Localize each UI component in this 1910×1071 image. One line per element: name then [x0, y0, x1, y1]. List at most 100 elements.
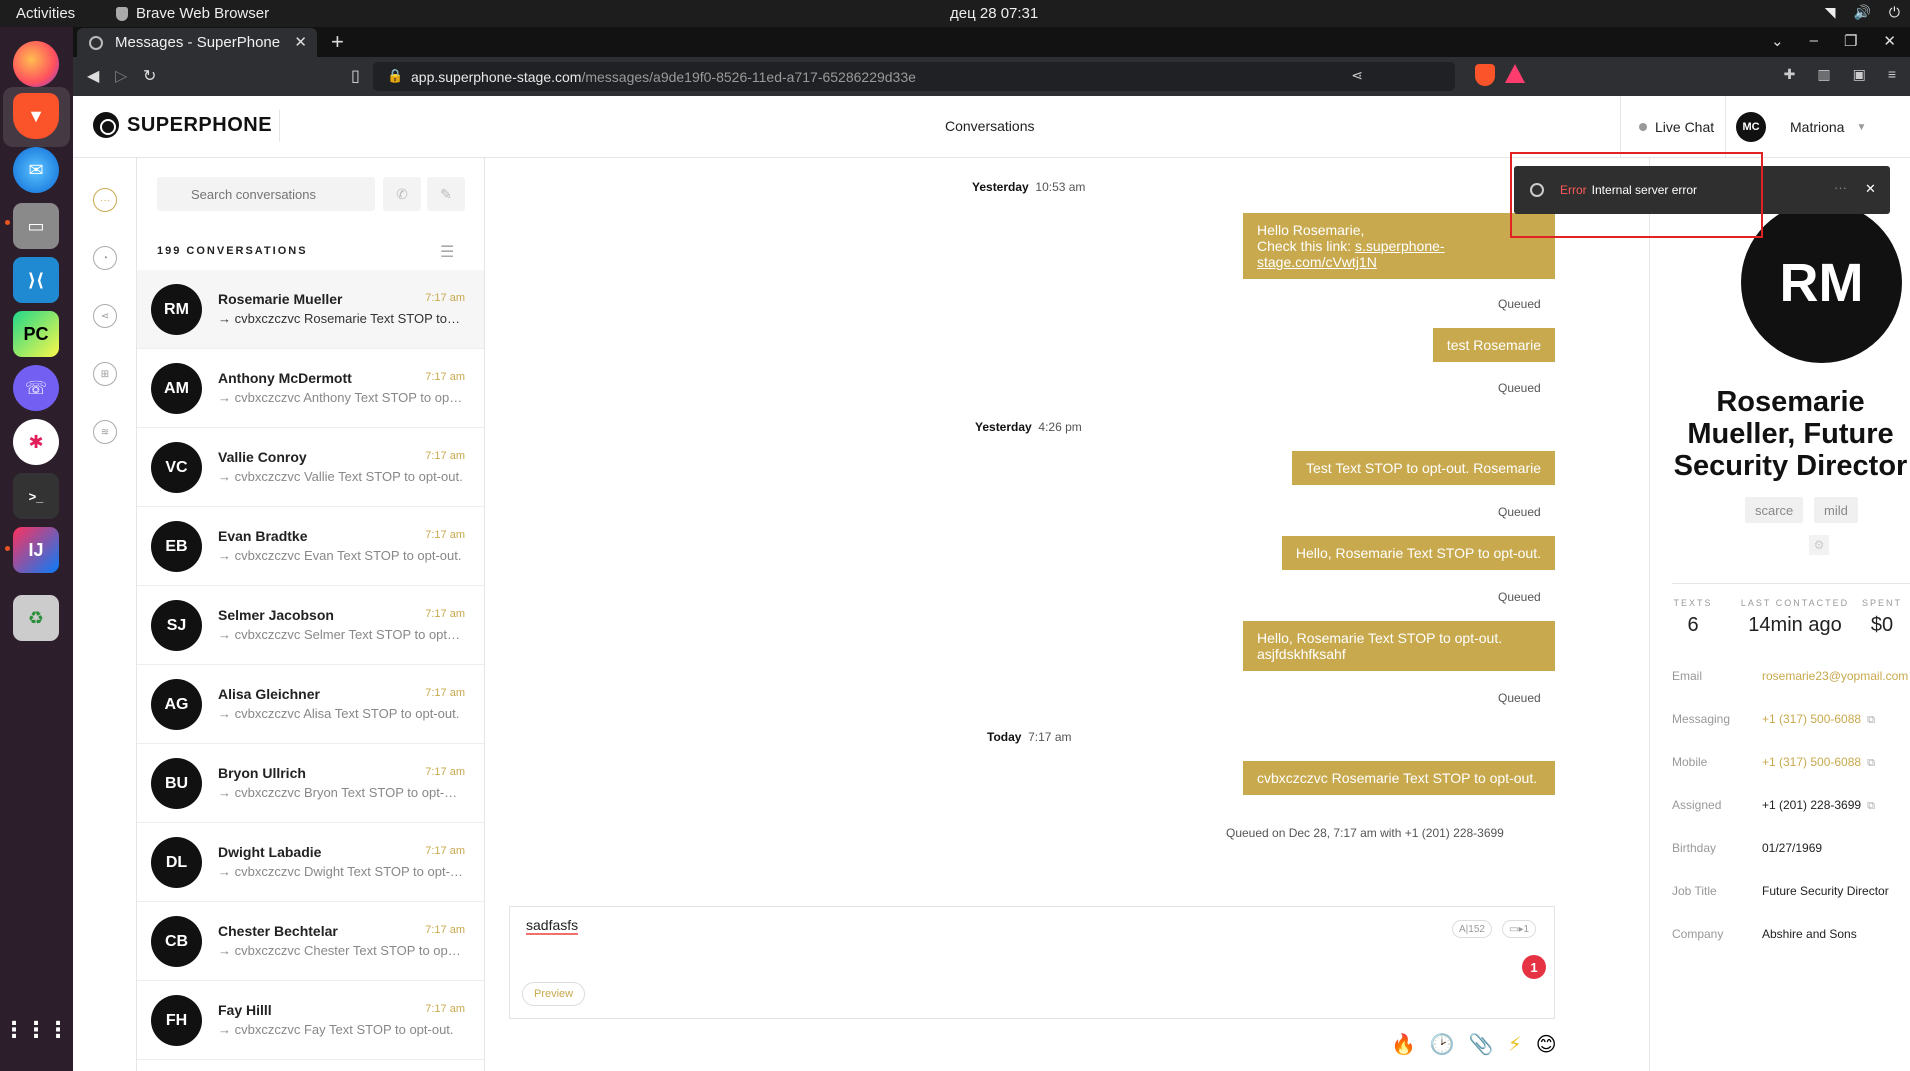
conversation-item[interactable]: CB Chester Bechtelar 7:17 am → cvbxczczvc C… — [137, 902, 484, 981]
pycharm-icon[interactable]: PC — [13, 311, 59, 357]
address-bar[interactable]: 🔒 app.superphone-stage.com/messages/a9de… — [373, 62, 1455, 91]
copy-icon[interactable]: ⧉ — [1867, 714, 1875, 726]
wallet-icon[interactable]: ▣ — [1853, 66, 1866, 83]
search-input[interactable] — [157, 177, 375, 211]
brave-icon[interactable]: ▼ — [13, 93, 59, 139]
intellij-icon[interactable]: IJ — [13, 527, 59, 573]
composer-input[interactable]: sadfasfs — [526, 917, 579, 935]
reload-icon[interactable]: ↻ — [143, 66, 156, 86]
schedule-icon[interactable]: 🕑 — [1430, 1032, 1455, 1057]
files-icon[interactable]: ▭ — [13, 203, 59, 249]
conversation-item[interactable]: DL Dwight Labadie 7:17 am → cvbxczczvc Dwig… — [137, 823, 484, 902]
bookmark-icon[interactable]: ▯ — [351, 66, 360, 86]
conversation-item[interactable]: AM Anthony McDermott 7:17 am → cvbxczczvc A… — [137, 349, 484, 428]
user-menu[interactable]: MC Matriona ▼ — [1725, 96, 1910, 158]
brave-shields-icon[interactable] — [1475, 64, 1495, 86]
lightning-icon[interactable]: ⚡ — [1508, 1032, 1522, 1057]
apps-nav-icon[interactable]: ⊞ — [93, 362, 117, 386]
message-bubble[interactable]: test Rosemarie — [1432, 328, 1555, 362]
terminal-icon[interactable]: >_ — [13, 473, 59, 519]
browser-tab[interactable]: Messages - SuperPhone ✕ — [77, 28, 317, 57]
conversation-preview: → cvbxczczvc Alisa Text STOP to opt-out. — [218, 706, 460, 721]
share-nav-icon[interactable]: ⋖ — [93, 304, 117, 328]
messaging-phone-link[interactable]: +1 (317) 500-6088 ⧉ — [1762, 712, 1875, 727]
copy-icon[interactable]: ⧉ — [1867, 757, 1875, 769]
conversation-item[interactable]: VC Vallie Conroy 7:17 am → cvbxczczvc Valli… — [137, 428, 484, 507]
mobile-phone-link[interactable]: +1 (317) 500-6088 ⧉ — [1762, 755, 1875, 770]
attachment-icon[interactable]: 📎 — [1469, 1032, 1494, 1057]
close-icon[interactable]: ✕ — [1865, 181, 1876, 197]
message-bubble[interactable]: Hello, Rosemarie Text STOP to opt-out. — [1281, 536, 1555, 570]
show-apps-icon[interactable]: ⋮⋮⋮ — [3, 1007, 69, 1053]
conversation-item[interactable]: RM Rosemarie Mueller 7:17 am → cvbxczczvc R… — [137, 270, 484, 349]
new-tab-button[interactable]: + — [331, 29, 344, 55]
message-text: cvbxczczvc Rosemarie Text STOP to opt-ou… — [1257, 770, 1538, 786]
sidebar-icon[interactable]: ▥ — [1817, 66, 1830, 83]
conversation-item[interactable]: SJ Selmer Jacobson 7:17 am → cvbxczczvc Sel… — [137, 586, 484, 665]
viber-icon[interactable]: ☏ — [13, 365, 59, 411]
share-icon[interactable]: ⋖ — [1351, 67, 1363, 84]
brave-rewards-icon[interactable] — [1505, 64, 1525, 83]
emoji-icon[interactable]: 😊 — [1536, 1032, 1557, 1057]
window-controls: ⌄ – ❐ ✕ — [1757, 27, 1910, 55]
call-button[interactable]: ✆ — [383, 177, 421, 211]
minimize-icon[interactable]: – — [1810, 32, 1818, 50]
messages-nav-icon[interactable]: ··· — [93, 188, 117, 212]
message-bubble[interactable]: Test Text STOP to opt-out. Rosemarie — [1292, 451, 1555, 485]
superphone-nav-icon[interactable]: ≋ — [93, 420, 117, 444]
thunderbird-icon[interactable]: ✉ — [13, 147, 59, 193]
compose-button[interactable]: ✎ — [427, 177, 465, 211]
message-bubble[interactable]: cvbxczczvc Rosemarie Text STOP to opt-ou… — [1243, 761, 1555, 795]
conversation-item[interactable]: EB Evan Bradtke 7:17 am → cvbxczczvc Evan T… — [137, 507, 484, 586]
conversation-time: 7:17 am — [425, 529, 465, 541]
system-tray[interactable]: ◥ 🔊 ⏻ — [1825, 4, 1900, 21]
conversation-preview: → cvbxczczvc Anthony Text STOP to opt-ou… — [218, 390, 463, 405]
conversation-item[interactable]: FH Fay Hilll 7:17 am → cvbxczczvc Fay Text … — [137, 981, 484, 1060]
more-icon[interactable]: ··· — [1834, 180, 1847, 195]
menu-icon[interactable]: ≡ — [1888, 66, 1896, 83]
message-text: test Rosemarie — [1446, 337, 1541, 353]
trash-icon[interactable]: ♻ — [13, 595, 59, 641]
stat-label: SPENT — [1861, 598, 1902, 608]
notification-badge[interactable]: 1 — [1522, 955, 1546, 979]
message-bubble[interactable]: Hello Rosemarie, Check this link: s.supe… — [1243, 213, 1555, 279]
logo[interactable]: SUPERPHONE — [93, 112, 272, 138]
dock: ▼ ✉ ▭ ⟩⟨ PC ☏ ✱ >_ IJ ♻ ⋮⋮⋮ — [0, 27, 73, 1071]
back-icon[interactable]: ◀ — [87, 66, 99, 86]
contacts-nav-icon[interactable]: ◔ — [93, 246, 117, 270]
tab-close-icon[interactable]: ✕ — [294, 33, 307, 51]
browser-toolbar: ◀ ▷ ↻ ▯ 🔒 app.superphone-stage.com/messa… — [73, 57, 1910, 96]
conversation-item[interactable]: BU Bryon Ullrich 7:17 am → cvbxczczvc Bryon… — [137, 744, 484, 823]
fire-icon[interactable]: 🔥 — [1391, 1032, 1416, 1057]
contact-tag[interactable]: scarce — [1745, 497, 1804, 523]
extensions-icon[interactable]: ✚ — [1784, 66, 1796, 83]
slack-icon[interactable]: ✱ — [13, 419, 59, 465]
live-chat-button[interactable]: Live Chat — [1620, 96, 1724, 158]
conversation-name: Anthony McDermott — [218, 370, 352, 386]
forward-icon[interactable]: ▷ — [115, 66, 127, 86]
page-title: Conversations — [945, 118, 1035, 134]
firefox-icon[interactable] — [13, 41, 59, 87]
close-window-icon[interactable]: ✕ — [1883, 32, 1896, 50]
activities-button[interactable]: Activities — [16, 5, 75, 22]
maximize-icon[interactable]: ❐ — [1844, 32, 1857, 50]
app-menu[interactable]: Brave Web Browser — [116, 5, 269, 22]
copy-icon[interactable]: ⧉ — [1867, 800, 1875, 812]
preview-button[interactable]: Preview — [522, 982, 586, 1006]
date-separator: Today 7:17 am — [987, 730, 1071, 744]
segment-count-value: 1 — [1523, 923, 1530, 935]
tab-list-icon[interactable]: ⌄ — [1771, 32, 1784, 50]
clock[interactable]: дец 28 07:31 — [950, 5, 1038, 22]
contact-tag[interactable]: mild — [1814, 497, 1858, 523]
filter-icon[interactable]: ☰ — [440, 242, 454, 262]
email-link[interactable]: rosemarie23@yopmail.com — [1762, 669, 1908, 683]
message-bubble[interactable]: Hello, Rosemarie Text STOP to opt-out. a… — [1243, 621, 1555, 671]
vscode-icon[interactable]: ⟩⟨ — [13, 257, 59, 303]
user-avatar: MC — [1736, 112, 1766, 142]
conversation-item[interactable]: AG Alisa Gleichner 7:17 am → cvbxczczvc Ali… — [137, 665, 484, 744]
gear-icon[interactable]: ⚙ — [1809, 535, 1829, 555]
message-composer[interactable]: sadfasfs A|152 ▭▸ 1 1 Preview — [509, 906, 1555, 1019]
conversation-preview: → cvbxczczvc Bryon Text STOP to opt-out. — [218, 785, 463, 800]
power-icon: ⏻ — [1888, 4, 1900, 20]
message-status: Queued — [1498, 691, 1541, 705]
